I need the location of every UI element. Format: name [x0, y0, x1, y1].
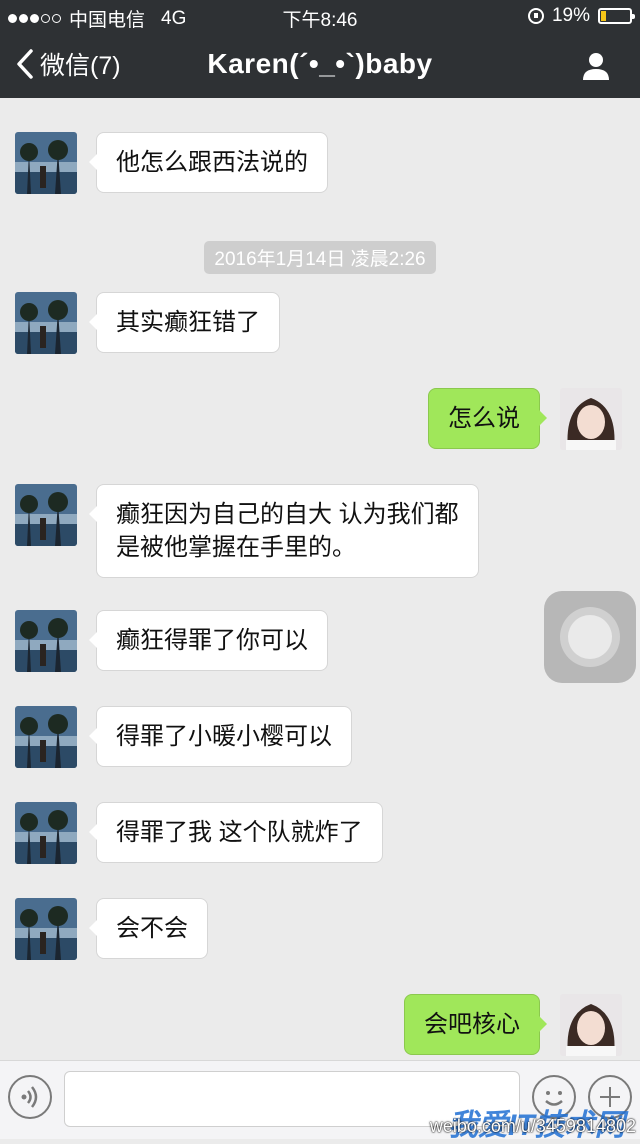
battery-percent: 19%	[551, 5, 590, 26]
message-bubble-incoming[interactable]: 其实癫狂错了	[89, 292, 280, 353]
message-bubble-incoming[interactable]: 会不会	[89, 898, 208, 959]
contact-avatar[interactable]	[15, 898, 77, 960]
contact-avatar[interactable]	[15, 802, 77, 864]
status-right: 19%	[527, 5, 635, 27]
contact-avatar[interactable]	[15, 292, 77, 354]
user-avatar[interactable]	[560, 388, 622, 450]
message-bubble-incoming[interactable]: 癫狂因为自己的自大 认为我们都 是被他掌握在手里的。	[89, 484, 479, 578]
person-icon[interactable]	[580, 50, 612, 82]
watermark-url: weibo.com/u/3459814802	[429, 1116, 636, 1136]
message-bubble-incoming[interactable]: 得罪了我 这个队就炸了	[89, 802, 383, 863]
battery-icon	[598, 8, 635, 24]
contact-avatar[interactable]	[15, 484, 77, 546]
voice-icon[interactable]	[8, 1075, 52, 1119]
timestamp-row: 2016年1月14日 凌晨2:26	[0, 241, 640, 274]
chat-title: Karen(´•_•`)baby	[207, 48, 433, 79]
message-bubble-outgoing[interactable]: 怎么说	[428, 388, 547, 449]
contact-avatar[interactable]	[15, 132, 77, 194]
chat-area[interactable]: 他怎么跟西法说的 2016年1月14日 凌晨2:26 其实癫狂错了 怎么说 癫狂…	[0, 98, 640, 1060]
message-bubble-incoming[interactable]: 得罪了小暖小樱可以	[89, 706, 352, 767]
assistive-touch-button[interactable]	[544, 591, 636, 683]
message-bubble-outgoing[interactable]: 会吧核心	[404, 994, 547, 1055]
contact-avatar[interactable]	[15, 610, 77, 672]
user-avatar[interactable]	[560, 994, 622, 1056]
contact-avatar[interactable]	[15, 706, 77, 768]
orientation-lock-icon	[527, 8, 544, 24]
message-bubble-incoming[interactable]: 癫狂得罪了你可以	[89, 610, 328, 671]
message-timestamp: 2016年1月14日 凌晨2:26	[204, 241, 436, 274]
nav-bar: 微信(7) Karen(´•_•`)baby	[0, 32, 640, 98]
message-bubble-incoming[interactable]: 他怎么跟西法说的	[89, 132, 328, 193]
status-bar: 中国电信 4G 下午8:46 19%	[0, 0, 640, 32]
